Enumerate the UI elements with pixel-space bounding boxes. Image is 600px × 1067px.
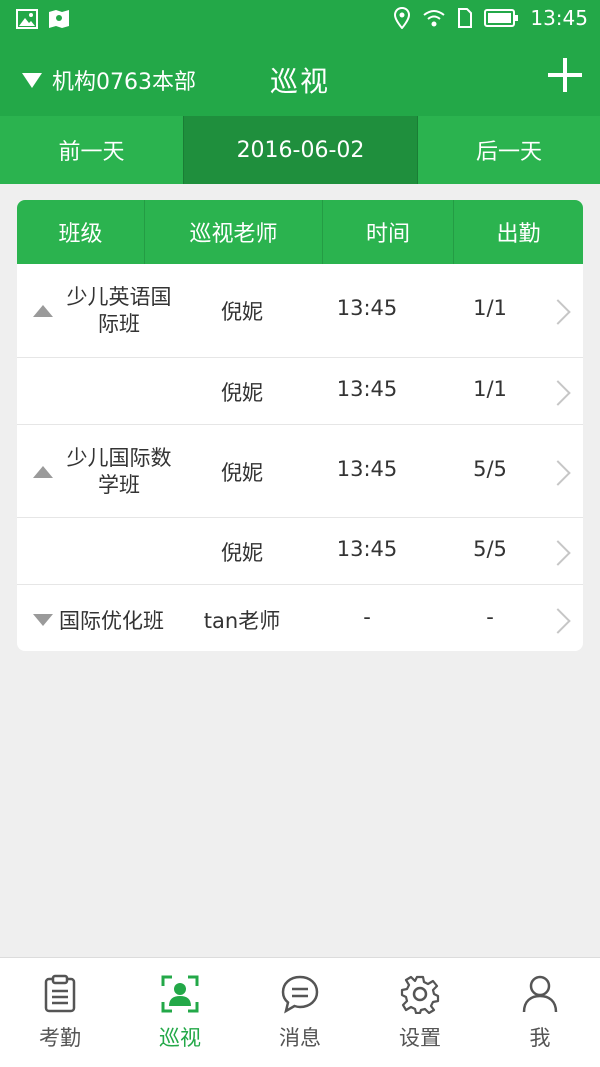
nav-label: 我 <box>529 1026 551 1050</box>
chevron-right-icon <box>549 301 567 319</box>
class-name-line: 少儿英语国 <box>66 285 172 309</box>
column-header-attendance: 出勤 <box>496 222 541 247</box>
user-icon <box>522 975 558 1013</box>
teacher-cell: 倪妮 <box>221 381 263 405</box>
current-date[interactable]: 2016-06-02 <box>183 116 417 184</box>
nav-item-patrol[interactable]: 巡视 <box>120 958 240 1067</box>
page-title: 巡视 <box>269 65 330 98</box>
teacher-cell: 倪妮 <box>221 541 263 565</box>
prev-day-button[interactable]: 前一天 <box>0 116 183 184</box>
time-cell: 13:45 <box>336 457 398 481</box>
status-right-icons: 13:45 <box>394 6 588 30</box>
date-bar: 前一天 2016-06-02 后一天 <box>0 116 600 184</box>
patrol-table: 班级 巡视老师 时间 出勤 少儿英语国 际班 倪妮 13:45 1/1 倪妮 1… <box>17 200 583 651</box>
gallery-icon <box>16 9 38 29</box>
battery-icon <box>484 9 519 27</box>
wifi-icon <box>423 10 445 27</box>
teacher-cell: tan老师 <box>203 609 281 633</box>
status-left-icons <box>16 9 70 29</box>
class-name: 少儿国际数 学班 <box>59 445 179 499</box>
collapse-triangle-icon[interactable] <box>33 305 53 317</box>
attendance-cell: 1/1 <box>473 296 507 320</box>
chevron-right-icon <box>549 462 567 480</box>
chevron-right-icon <box>549 382 567 400</box>
status-time: 13:45 <box>530 6 588 30</box>
status-bar: 13:45 <box>0 0 600 40</box>
nav-label: 设置 <box>399 1026 441 1050</box>
table-row[interactable]: 少儿英语国 际班 倪妮 13:45 1/1 <box>17 264 583 358</box>
nav-item-attendance[interactable]: 考勤 <box>0 958 120 1067</box>
next-day-button[interactable]: 后一天 <box>417 116 600 184</box>
attendance-cell: 5/5 <box>473 457 507 481</box>
time-cell: 13:45 <box>336 377 398 401</box>
gear-icon <box>400 975 440 1014</box>
nav-label: 消息 <box>279 1026 321 1050</box>
column-header-time: 时间 <box>323 200 454 264</box>
table-row[interactable]: 少儿国际数 学班 倪妮 13:45 5/5 <box>17 425 583 518</box>
bottom-nav: 考勤 巡视 消息 设置 我 <box>0 957 600 1067</box>
message-icon <box>281 975 319 1014</box>
map-icon <box>49 10 69 28</box>
teacher-cell: 倪妮 <box>221 461 263 485</box>
class-name-line: 少儿国际数 <box>66 446 172 470</box>
class-cell: 少儿国际数 学班 <box>33 445 179 499</box>
attendance-cell: 1/1 <box>473 377 507 401</box>
location-icon <box>394 7 411 29</box>
table-row[interactable]: 倪妮 13:45 5/5 <box>17 518 583 585</box>
time-cell: - <box>363 605 371 629</box>
column-header-class: 班级 <box>17 200 145 264</box>
expand-triangle-icon[interactable] <box>33 614 53 626</box>
page-title-wrap: 巡视 <box>0 60 600 100</box>
nav-item-settings[interactable]: 设置 <box>360 958 480 1067</box>
patrol-icon <box>161 975 199 1013</box>
table-row[interactable]: 倪妮 13:45 1/1 <box>17 358 583 425</box>
class-name: 少儿英语国 际班 <box>59 284 179 338</box>
attendance-cell: - <box>486 605 494 629</box>
add-icon[interactable] <box>548 58 582 92</box>
nav-label: 考勤 <box>39 1026 81 1050</box>
time-cell: 13:45 <box>336 537 398 561</box>
column-header-teacher: 巡视老师 <box>145 200 323 264</box>
class-name-line: 学班 <box>98 473 140 497</box>
nav-label: 巡视 <box>159 1026 201 1050</box>
time-cell: 13:45 <box>336 296 398 320</box>
attendance-cell: 5/5 <box>473 537 507 561</box>
nav-item-me[interactable]: 我 <box>480 958 600 1067</box>
clipboard-icon <box>44 974 76 1013</box>
class-name-line: 际班 <box>98 312 140 336</box>
teacher-cell: 倪妮 <box>221 300 263 324</box>
class-cell: 少儿英语国 际班 <box>33 284 179 338</box>
table-header: 班级 巡视老师 时间 出勤 <box>17 200 583 264</box>
chevron-right-icon <box>549 542 567 560</box>
chevron-right-icon <box>549 610 567 628</box>
table-row[interactable]: 国际优化班 tan老师 - - <box>17 585 583 651</box>
class-name: 国际优化班 <box>59 609 164 633</box>
nav-item-messages[interactable]: 消息 <box>240 958 360 1067</box>
app-header: 机构0763本部 巡视 <box>0 40 600 116</box>
sim-icon <box>458 8 473 28</box>
class-cell: 国际优化班 <box>33 605 164 635</box>
collapse-triangle-icon[interactable] <box>33 466 53 478</box>
